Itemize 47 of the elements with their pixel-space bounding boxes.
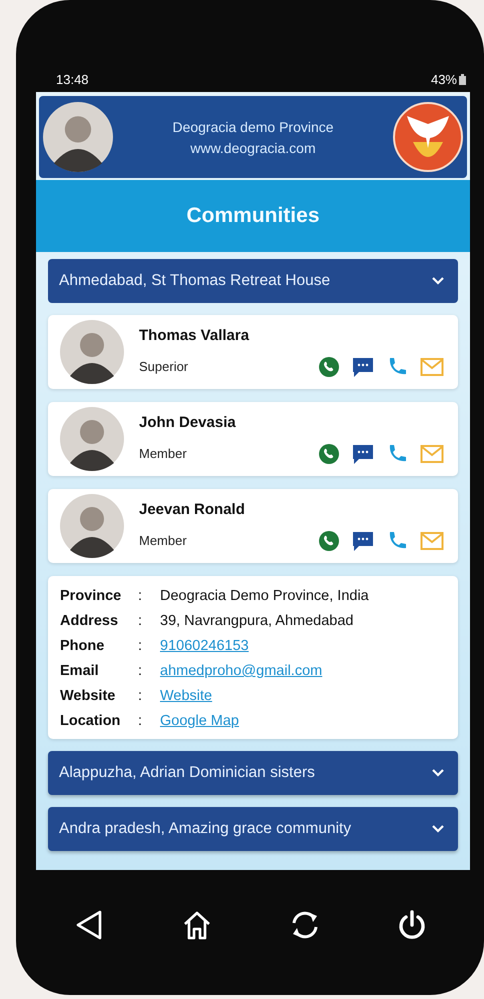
community-header[interactable]: Alappuzha, Adrian Dominician sisters	[48, 751, 458, 795]
detail-value: 39, Navrangpura, Ahmedabad	[160, 613, 354, 629]
member-name: Jeevan Ronald	[139, 500, 246, 518]
member-role: Member	[139, 533, 187, 548]
status-time: 13:48	[56, 72, 89, 86]
detail-value: Deogracia Demo Province, India	[160, 588, 370, 604]
detail-label: Email	[60, 663, 100, 679]
colon: :	[138, 688, 144, 704]
member-role: Member	[139, 446, 187, 461]
member-role: Superior	[139, 359, 188, 374]
community-header[interactable]: Andra pradesh, Amazing grace community	[48, 807, 458, 851]
detail-label: Phone	[60, 638, 106, 654]
colon: :	[138, 638, 144, 654]
page-title: Communities	[186, 204, 320, 228]
message-icon[interactable]	[352, 530, 374, 552]
message-icon[interactable]	[352, 356, 374, 378]
avatar-icon	[43, 102, 113, 172]
battery-icon	[459, 74, 466, 84]
detail-link[interactable]: Google Map	[160, 713, 448, 729]
battery-level: 43%	[430, 72, 457, 86]
detail-link[interactable]: 91060246153	[160, 638, 448, 654]
member-name: John Devasia	[139, 414, 237, 430]
member-name: Thomas Vallara	[139, 326, 250, 344]
colon: :	[138, 663, 144, 679]
detail-link[interactable]: Website	[160, 688, 448, 704]
community-header[interactable]: Ahmedabad, St Thomas Retreat House	[48, 259, 458, 303]
whatsapp-icon[interactable]	[318, 530, 340, 552]
province-name: Deogracia demo Province	[172, 118, 334, 134]
colon: :	[138, 588, 144, 604]
avatar-icon	[60, 494, 124, 558]
avatar-icon	[60, 320, 124, 384]
dove-logo-icon	[393, 102, 463, 172]
chevron-down-icon	[432, 277, 444, 285]
detail-label: Province	[60, 588, 122, 604]
colon: :	[138, 613, 144, 629]
website-address: www.deogracia.com	[190, 140, 316, 156]
detail-link[interactable]: ahmedproho@gmail.com	[160, 663, 448, 679]
avatar-icon	[60, 407, 124, 471]
detail-label: Website	[60, 688, 116, 704]
message-icon[interactable]	[352, 442, 374, 464]
chevron-down-icon	[432, 769, 444, 777]
detail-label: Address	[60, 613, 120, 629]
chevron-down-icon	[432, 825, 444, 833]
detail-label: Location	[60, 713, 122, 729]
colon: :	[138, 713, 144, 729]
whatsapp-icon[interactable]	[318, 356, 340, 378]
whatsapp-icon[interactable]	[318, 442, 340, 464]
